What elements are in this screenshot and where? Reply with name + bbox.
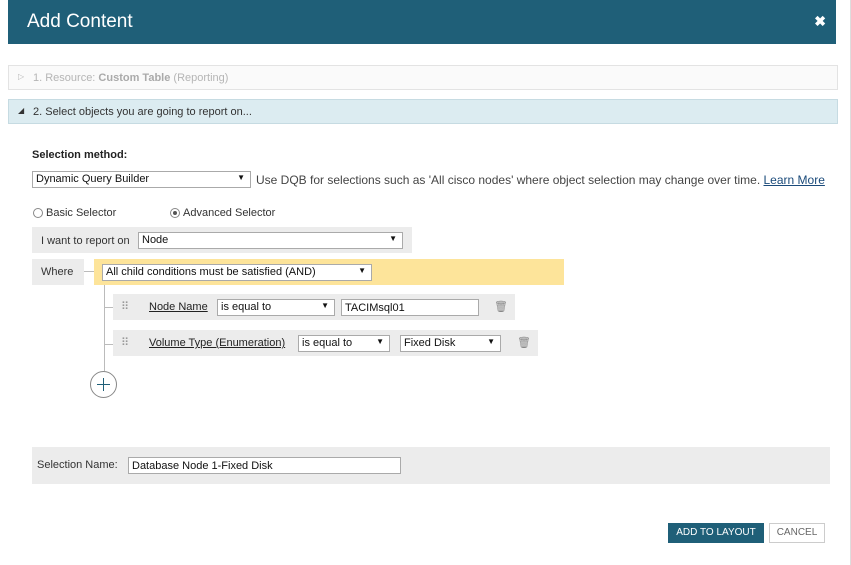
selection-name-input[interactable]: Database Node 1-Fixed Disk: [128, 457, 401, 474]
step-select-objects[interactable]: ◢ 2. Select objects you are going to rep…: [8, 99, 838, 124]
condition-group-bar: All child conditions must be satisfied (…: [94, 259, 564, 285]
advanced-selector-label: Advanced Selector: [183, 207, 276, 219]
basic-selector-radio[interactable]: Basic Selector: [33, 207, 116, 219]
condition-value-input[interactable]: TACIMsql01: [341, 299, 479, 316]
dropdown-caret-icon: ▼: [237, 173, 245, 182]
dialog-title: Add Content: [27, 11, 133, 32]
radio-checked-icon: [170, 208, 180, 218]
drag-handle-icon[interactable]: ⠿: [121, 300, 129, 313]
report-on-label: I want to report on: [41, 235, 130, 247]
tree-branch: [104, 344, 113, 345]
tree-connector: [104, 285, 105, 345]
advanced-selector-radio[interactable]: Advanced Selector: [170, 207, 275, 219]
selection-method-select[interactable]: Dynamic Query Builder ▼: [32, 171, 251, 188]
close-icon[interactable]: ✖: [814, 13, 826, 30]
where-label: Where: [41, 266, 74, 278]
condition-row: ⠿ Volume Type (Enumeration) is equal to …: [113, 330, 538, 356]
condition-operator-select[interactable]: is equal to ▼: [298, 335, 390, 352]
condition-row: ⠿ Node Name is equal to ▼ TACIMsql01 🗑: [113, 294, 515, 320]
drag-handle-icon[interactable]: ⠿: [121, 336, 129, 349]
tree-connector: [104, 345, 105, 371]
basic-selector-label: Basic Selector: [46, 207, 117, 219]
trash-icon[interactable]: 🗑: [517, 336, 531, 349]
selection-name-row: Selection Name: Database Node 1-Fixed Di…: [32, 447, 830, 484]
add-content-dialog: Add Content ✖ ▷ 1. Resource: Custom Tabl…: [0, 0, 851, 565]
tree-branch: [104, 307, 113, 308]
collapsed-arrow-icon: ▷: [18, 72, 25, 81]
dropdown-caret-icon: ▼: [358, 266, 366, 275]
dropdown-caret-icon: ▼: [321, 301, 329, 310]
selection-name-label: Selection Name:: [37, 459, 118, 471]
step-resource[interactable]: ▷ 1. Resource: Custom Table (Reporting): [8, 65, 838, 90]
connector-line: [84, 271, 94, 272]
condition-field-link[interactable]: Volume Type (Enumeration): [149, 337, 285, 349]
where-box: Where: [32, 259, 84, 285]
add-condition-button[interactable]: [90, 371, 117, 398]
report-on-row: I want to report on Node ▼: [32, 227, 412, 253]
condition-logic-select[interactable]: All child conditions must be satisfied (…: [102, 264, 372, 281]
report-on-select[interactable]: Node ▼: [138, 232, 403, 249]
step-select-objects-label: 2. Select objects you are going to repor…: [33, 106, 252, 118]
trash-icon[interactable]: 🗑: [494, 300, 508, 313]
dropdown-caret-icon: ▼: [487, 337, 495, 346]
selection-method-label: Selection method:: [32, 149, 128, 161]
learn-more-link[interactable]: Learn More: [764, 173, 825, 187]
dropdown-caret-icon: ▼: [376, 337, 384, 346]
expanded-arrow-icon: ◢: [18, 106, 25, 115]
dqb-help-text: Use DQB for selections such as 'All cisc…: [256, 173, 825, 187]
add-to-layout-button[interactable]: ADD TO LAYOUT: [668, 523, 764, 543]
condition-value-select[interactable]: Fixed Disk ▼: [400, 335, 501, 352]
condition-operator-select[interactable]: is equal to ▼: [217, 299, 335, 316]
dialog-titlebar: Add Content ✖: [8, 0, 836, 44]
condition-field-link[interactable]: Node Name: [149, 301, 208, 313]
cancel-button[interactable]: CANCEL: [769, 523, 825, 543]
radio-unchecked-icon: [33, 208, 43, 218]
dropdown-caret-icon: ▼: [389, 234, 397, 243]
step-resource-label: 1. Resource: Custom Table (Reporting): [33, 72, 229, 84]
